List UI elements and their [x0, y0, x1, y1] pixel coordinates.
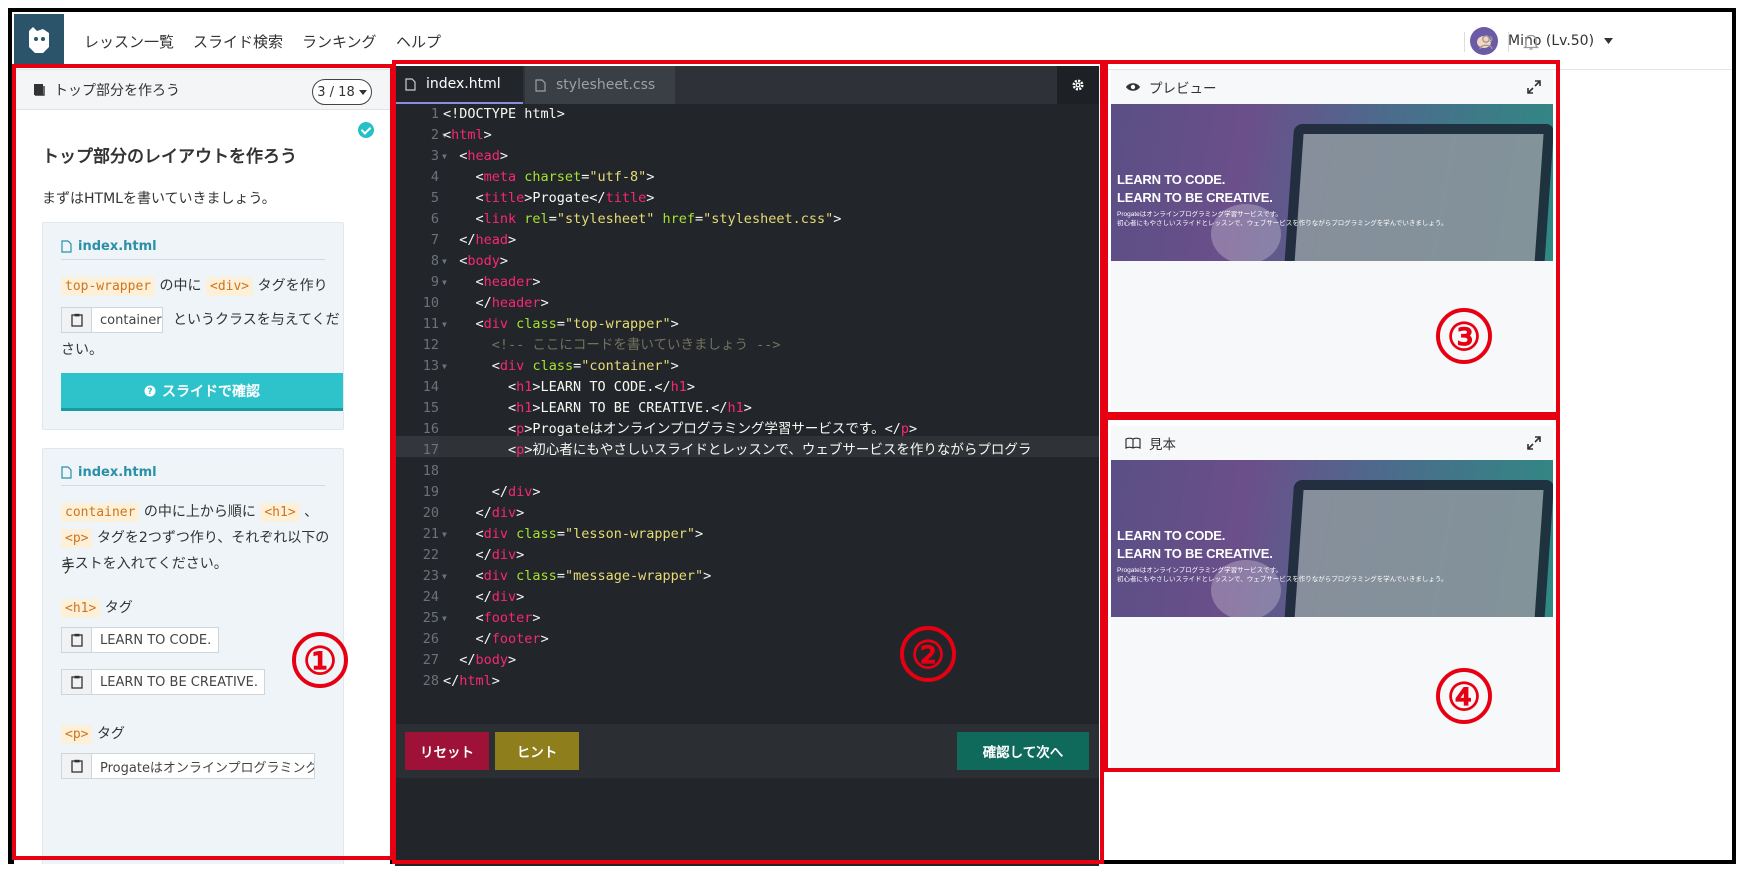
divider	[1464, 32, 1465, 52]
annotation-box-2	[392, 60, 1104, 864]
annotation-number-3: ③	[1436, 308, 1492, 364]
annotation-box-1	[12, 64, 394, 860]
caret-down-icon	[1604, 38, 1614, 44]
nav-link-slide-search[interactable]: スライド検索	[193, 31, 283, 52]
annotation-number-1: ①	[292, 632, 348, 688]
annotation-number-4: ④	[1436, 668, 1492, 724]
annotation-number-2: ②	[900, 626, 956, 682]
nav-link-help[interactable]: ヘルプ	[396, 31, 441, 52]
annotation-box-4	[1104, 416, 1560, 772]
nav-link-ranking[interactable]: ランキング	[302, 31, 377, 52]
divider	[1508, 32, 1509, 52]
logo-icon	[29, 27, 49, 53]
nav-link-lessons[interactable]: レッスン一覧	[84, 31, 174, 52]
bell-icon[interactable]	[1522, 33, 1540, 51]
progate-logo[interactable]	[14, 14, 64, 66]
user-label: Mino (Lv.50)	[1508, 33, 1595, 49]
users-icon[interactable]	[1479, 33, 1497, 51]
annotation-box-3	[1104, 60, 1560, 416]
app-window: レッスン一覧 スライド検索 ランキング ヘルプ Mino (Lv.50) トップ…	[8, 8, 1736, 866]
